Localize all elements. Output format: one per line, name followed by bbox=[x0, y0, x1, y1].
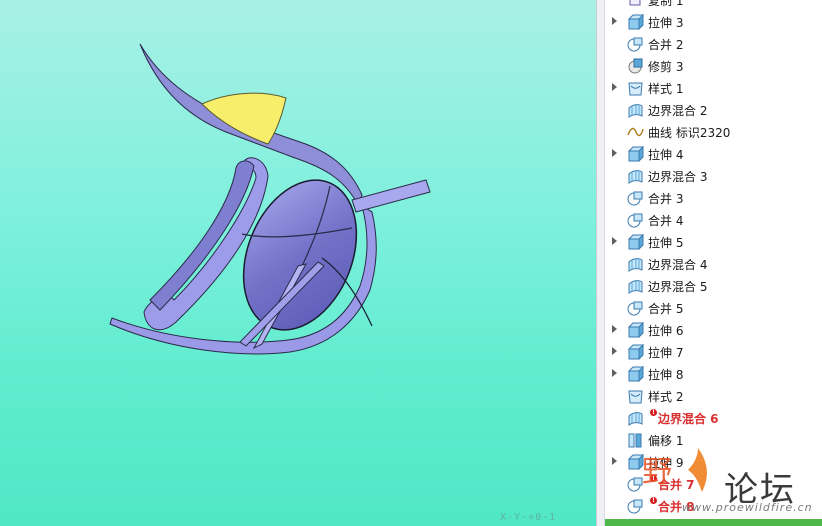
expand-arrow-icon[interactable] bbox=[612, 237, 617, 245]
tree-item[interactable]: 边界混合 5 bbox=[605, 275, 822, 297]
tree-item[interactable]: 样式 2 bbox=[605, 385, 822, 407]
merge-icon bbox=[627, 301, 643, 316]
tree-item-label: 拉伸 9 bbox=[648, 456, 684, 470]
boundary-blend-icon bbox=[628, 104, 643, 118]
boundary-blend-icon bbox=[628, 170, 643, 184]
extrude-icon bbox=[627, 366, 644, 382]
tree-item[interactable]: 边界混合 4 bbox=[605, 253, 822, 275]
tree-item-label: 合并 7 bbox=[658, 478, 695, 492]
tree-item[interactable]: 边界混合 2 bbox=[605, 99, 822, 121]
tree-item-label: 曲线 标识2320 bbox=[648, 126, 731, 140]
tree-item-label: 边界混合 4 bbox=[648, 258, 708, 272]
expand-arrow-icon[interactable] bbox=[612, 369, 617, 377]
tree-item[interactable]: 样式 1 bbox=[605, 77, 822, 99]
extrude-icon bbox=[627, 234, 644, 250]
tree-item[interactable]: 拉伸 5 bbox=[605, 231, 822, 253]
tree-item-label: 边界混合 6 bbox=[658, 412, 719, 426]
tree-item[interactable]: 曲线 标识2320 bbox=[605, 121, 822, 143]
tree-item[interactable]: 复制 1 bbox=[605, 0, 822, 11]
tree-item-label: 拉伸 8 bbox=[648, 368, 684, 382]
coordinate-readout: X-Y-+0-1 bbox=[500, 512, 557, 523]
tree-item-label: 合并 8 bbox=[658, 500, 695, 514]
3d-model-view[interactable] bbox=[0, 0, 596, 526]
extrude-icon bbox=[627, 146, 644, 162]
tree-item-label: 拉伸 7 bbox=[648, 346, 684, 360]
graphics-viewport[interactable]: X-Y-+0-1 bbox=[0, 0, 596, 526]
tree-item-label: 边界混合 5 bbox=[648, 280, 708, 294]
tree-item[interactable]: 拉伸 9 bbox=[605, 451, 822, 473]
merge-icon bbox=[627, 499, 643, 514]
expand-arrow-icon[interactable] bbox=[612, 17, 617, 25]
model-tree[interactable]: 复制 1 拉伸 3 合并 2 修剪 3 样式 1 边界混合 2 曲线 标识2320 拉伸 4 边… bbox=[605, 0, 822, 526]
tree-item[interactable]: 偏移 1 bbox=[605, 429, 822, 451]
error-icon: ! bbox=[650, 497, 657, 504]
expand-arrow-icon[interactable] bbox=[612, 347, 617, 355]
tree-item-label: 拉伸 6 bbox=[648, 324, 684, 338]
boundary-blend-icon bbox=[628, 258, 643, 272]
tree-item[interactable]: 合并 5 bbox=[605, 297, 822, 319]
error-icon: ! bbox=[650, 475, 657, 482]
model-right-strip[interactable] bbox=[351, 179, 431, 213]
offset-icon bbox=[628, 433, 642, 448]
boundary-blend-icon bbox=[628, 412, 643, 426]
expand-arrow-icon[interactable] bbox=[612, 83, 617, 91]
tree-item-label: 合并 4 bbox=[648, 214, 684, 228]
tree-item[interactable]: 合并 3 bbox=[605, 187, 822, 209]
tree-item[interactable]: 合并 2 bbox=[605, 33, 822, 55]
tree-item-label: 拉伸 5 bbox=[648, 236, 684, 250]
tree-item[interactable]: 拉伸 6 bbox=[605, 319, 822, 341]
boundary-blend-icon bbox=[628, 280, 643, 294]
expand-arrow-icon[interactable] bbox=[612, 457, 617, 465]
tree-item[interactable]: 修剪 3 bbox=[605, 55, 822, 77]
expand-arrow-icon[interactable] bbox=[612, 149, 617, 157]
status-bar bbox=[605, 519, 822, 526]
tree-item[interactable]: 拉伸 7 bbox=[605, 341, 822, 363]
extrude-icon bbox=[627, 454, 644, 470]
merge-icon bbox=[627, 213, 643, 228]
tree-item-label: 样式 2 bbox=[648, 390, 684, 404]
extrude-icon bbox=[627, 344, 644, 360]
tree-item[interactable]: 拉伸 8 bbox=[605, 363, 822, 385]
tree-item-label: 拉伸 3 bbox=[648, 16, 684, 30]
error-icon: ! bbox=[650, 409, 657, 416]
merge-icon bbox=[627, 37, 643, 52]
panel-splitter[interactable] bbox=[596, 0, 605, 526]
tree-item-label: 修剪 3 bbox=[648, 60, 684, 74]
extrude-icon bbox=[627, 322, 644, 338]
curve-icon bbox=[627, 127, 644, 137]
tree-item[interactable]: ! 合并 7 bbox=[605, 473, 822, 495]
style-icon bbox=[628, 82, 643, 96]
tree-item-label: 拉伸 4 bbox=[648, 148, 684, 162]
tree-item-label: 合并 3 bbox=[648, 192, 684, 206]
tree-item[interactable]: 边界混合 3 bbox=[605, 165, 822, 187]
copy-icon bbox=[629, 0, 641, 6]
tree-item-label: 复制 1 bbox=[648, 0, 684, 8]
tree-item-label: 偏移 1 bbox=[648, 434, 684, 448]
expand-arrow-icon[interactable] bbox=[612, 325, 617, 333]
tree-item[interactable]: 拉伸 4 bbox=[605, 143, 822, 165]
tree-item-label: 边界混合 3 bbox=[648, 170, 708, 184]
tree-item-label: 边界混合 2 bbox=[648, 104, 708, 118]
merge-icon bbox=[627, 477, 643, 492]
style-icon bbox=[628, 390, 643, 404]
tree-item[interactable]: 拉伸 3 bbox=[605, 11, 822, 33]
tree-item-label: 合并 5 bbox=[648, 302, 684, 316]
tree-item[interactable]: ! 合并 8 bbox=[605, 495, 822, 517]
tree-item[interactable]: ! 边界混合 6 bbox=[605, 407, 822, 429]
trim-icon bbox=[628, 58, 643, 74]
tree-item-label: 合并 2 bbox=[648, 38, 684, 52]
tree-item-label: 样式 1 bbox=[648, 82, 684, 96]
tree-item[interactable]: 合并 4 bbox=[605, 209, 822, 231]
merge-icon bbox=[627, 191, 643, 206]
extrude-icon bbox=[627, 14, 644, 30]
